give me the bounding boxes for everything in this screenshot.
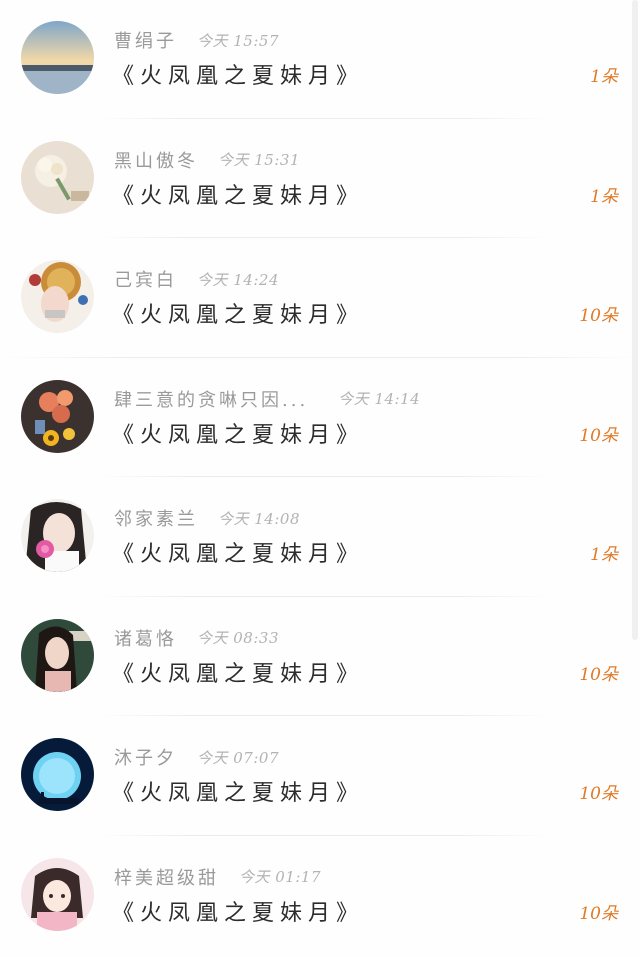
- timestamp: 今天 01:17: [239, 868, 321, 886]
- gift-title: 《火凤凰之夏妹月》: [112, 900, 365, 926]
- row-meta: 邻家素兰 今天 14:08: [114, 506, 300, 530]
- row-meta: 梓美超级甜 今天 01:17: [114, 865, 321, 889]
- user-name[interactable]: 沐子夕: [114, 744, 177, 770]
- divider: [96, 237, 550, 238]
- timestamp: 今天 14:08: [218, 509, 300, 528]
- woman-portrait-avatar-icon[interactable]: [21, 618, 94, 692]
- user-name[interactable]: 曹绢子: [114, 27, 177, 53]
- row-meta: 肆三意的贪啉只因... 今天 14:14: [114, 387, 420, 411]
- flower-count: 10朵: [579, 903, 618, 924]
- divider: [96, 476, 550, 477]
- list-item[interactable]: 曹绢子 今天 15:57 《火凤凰之夏妹月》 1朵: [0, 0, 640, 120]
- list-item[interactable]: 梓美超级甜 今天 01:17 《火凤凰之夏妹月》 10朵: [0, 837, 640, 956]
- divider: [96, 117, 550, 119]
- divider: [96, 834, 550, 836]
- girl-flower-avatar-icon[interactable]: [21, 499, 94, 572]
- flower-count: 10朵: [579, 784, 618, 804]
- timestamp: 今天 15:57: [197, 31, 279, 50]
- user-name[interactable]: 己宾白: [114, 266, 177, 292]
- flower-count: 10朵: [579, 306, 618, 326]
- timestamp: 今天 15:31: [218, 151, 300, 169]
- list-item[interactable]: 肆三意的贪啉只因... 今天 14:14 《火凤凰之夏妹月》 10朵: [0, 359, 640, 479]
- timestamp: 今天 14:14: [338, 390, 421, 408]
- divider: [0, 356, 640, 358]
- list-item[interactable]: 邻家素兰 今天 14:08 《火凤凰之夏妹月》 1朵: [0, 478, 640, 598]
- row-meta: 黑山傲冬 今天 15:31: [114, 148, 300, 172]
- row-meta: 曹绢子 今天 15:57: [114, 28, 279, 52]
- user-name[interactable]: 梓美超级甜: [114, 864, 219, 890]
- moon-avatar-icon[interactable]: [21, 738, 94, 811]
- gift-title: 《火凤凰之夏妹月》: [112, 422, 365, 448]
- scrollbar[interactable]: [632, 0, 638, 640]
- row-meta: 己宾白 今天 14:24: [114, 267, 279, 291]
- landscape-avatar-icon[interactable]: [21, 21, 94, 94]
- flower-count: 1朵: [590, 67, 618, 87]
- divider: [96, 715, 550, 716]
- gift-title: 《火凤凰之夏妹月》: [112, 781, 365, 806]
- anime-girl-avatar-icon[interactable]: [21, 857, 94, 931]
- timestamp: 今天 08:33: [197, 629, 279, 647]
- timestamp: 今天 07:07: [197, 748, 279, 767]
- gift-record-list: 曹绢子 今天 15:57 《火凤凰之夏妹月》 1朵 黑山傲冬 今天 15:31 …: [0, 0, 640, 956]
- timestamp: 今天 14:24: [197, 270, 279, 289]
- list-item[interactable]: 诸葛恪 今天 08:33 《火凤凰之夏妹月》 10朵: [0, 598, 640, 718]
- flower-count: 10朵: [579, 664, 618, 685]
- list-item[interactable]: 己宾白 今天 14:24 《火凤凰之夏妹月》 10朵: [0, 239, 640, 359]
- gift-title: 《火凤凰之夏妹月》: [112, 183, 365, 209]
- divider: [96, 595, 550, 597]
- row-meta: 诸葛恪 今天 08:33: [114, 626, 279, 650]
- flower-count: 1朵: [590, 545, 618, 565]
- flower-count: 1朵: [590, 186, 618, 207]
- user-name[interactable]: 邻家素兰: [114, 505, 198, 531]
- flower-avatar-icon[interactable]: [21, 140, 94, 214]
- row-meta: 沐子夕 今天 07:07: [114, 745, 279, 769]
- gift-title: 《火凤凰之夏妹月》: [112, 542, 365, 567]
- flower-count: 10朵: [579, 425, 618, 446]
- user-name[interactable]: 肆三意的贪啉只因...: [114, 386, 308, 412]
- gift-title: 《火凤凰之夏妹月》: [112, 661, 365, 687]
- list-item[interactable]: 沐子夕 今天 07:07 《火凤凰之夏妹月》 10朵: [0, 717, 640, 837]
- gift-title: 《火凤凰之夏妹月》: [112, 303, 365, 328]
- gift-title: 《火凤凰之夏妹月》: [112, 64, 365, 89]
- opera-avatar-icon[interactable]: [21, 260, 94, 333]
- sunflower-avatar-icon[interactable]: [21, 379, 94, 453]
- user-name[interactable]: 诸葛恪: [114, 625, 177, 651]
- user-name[interactable]: 黑山傲冬: [114, 147, 198, 173]
- list-item[interactable]: 黑山傲冬 今天 15:31 《火凤凰之夏妹月》 1朵: [0, 120, 640, 240]
